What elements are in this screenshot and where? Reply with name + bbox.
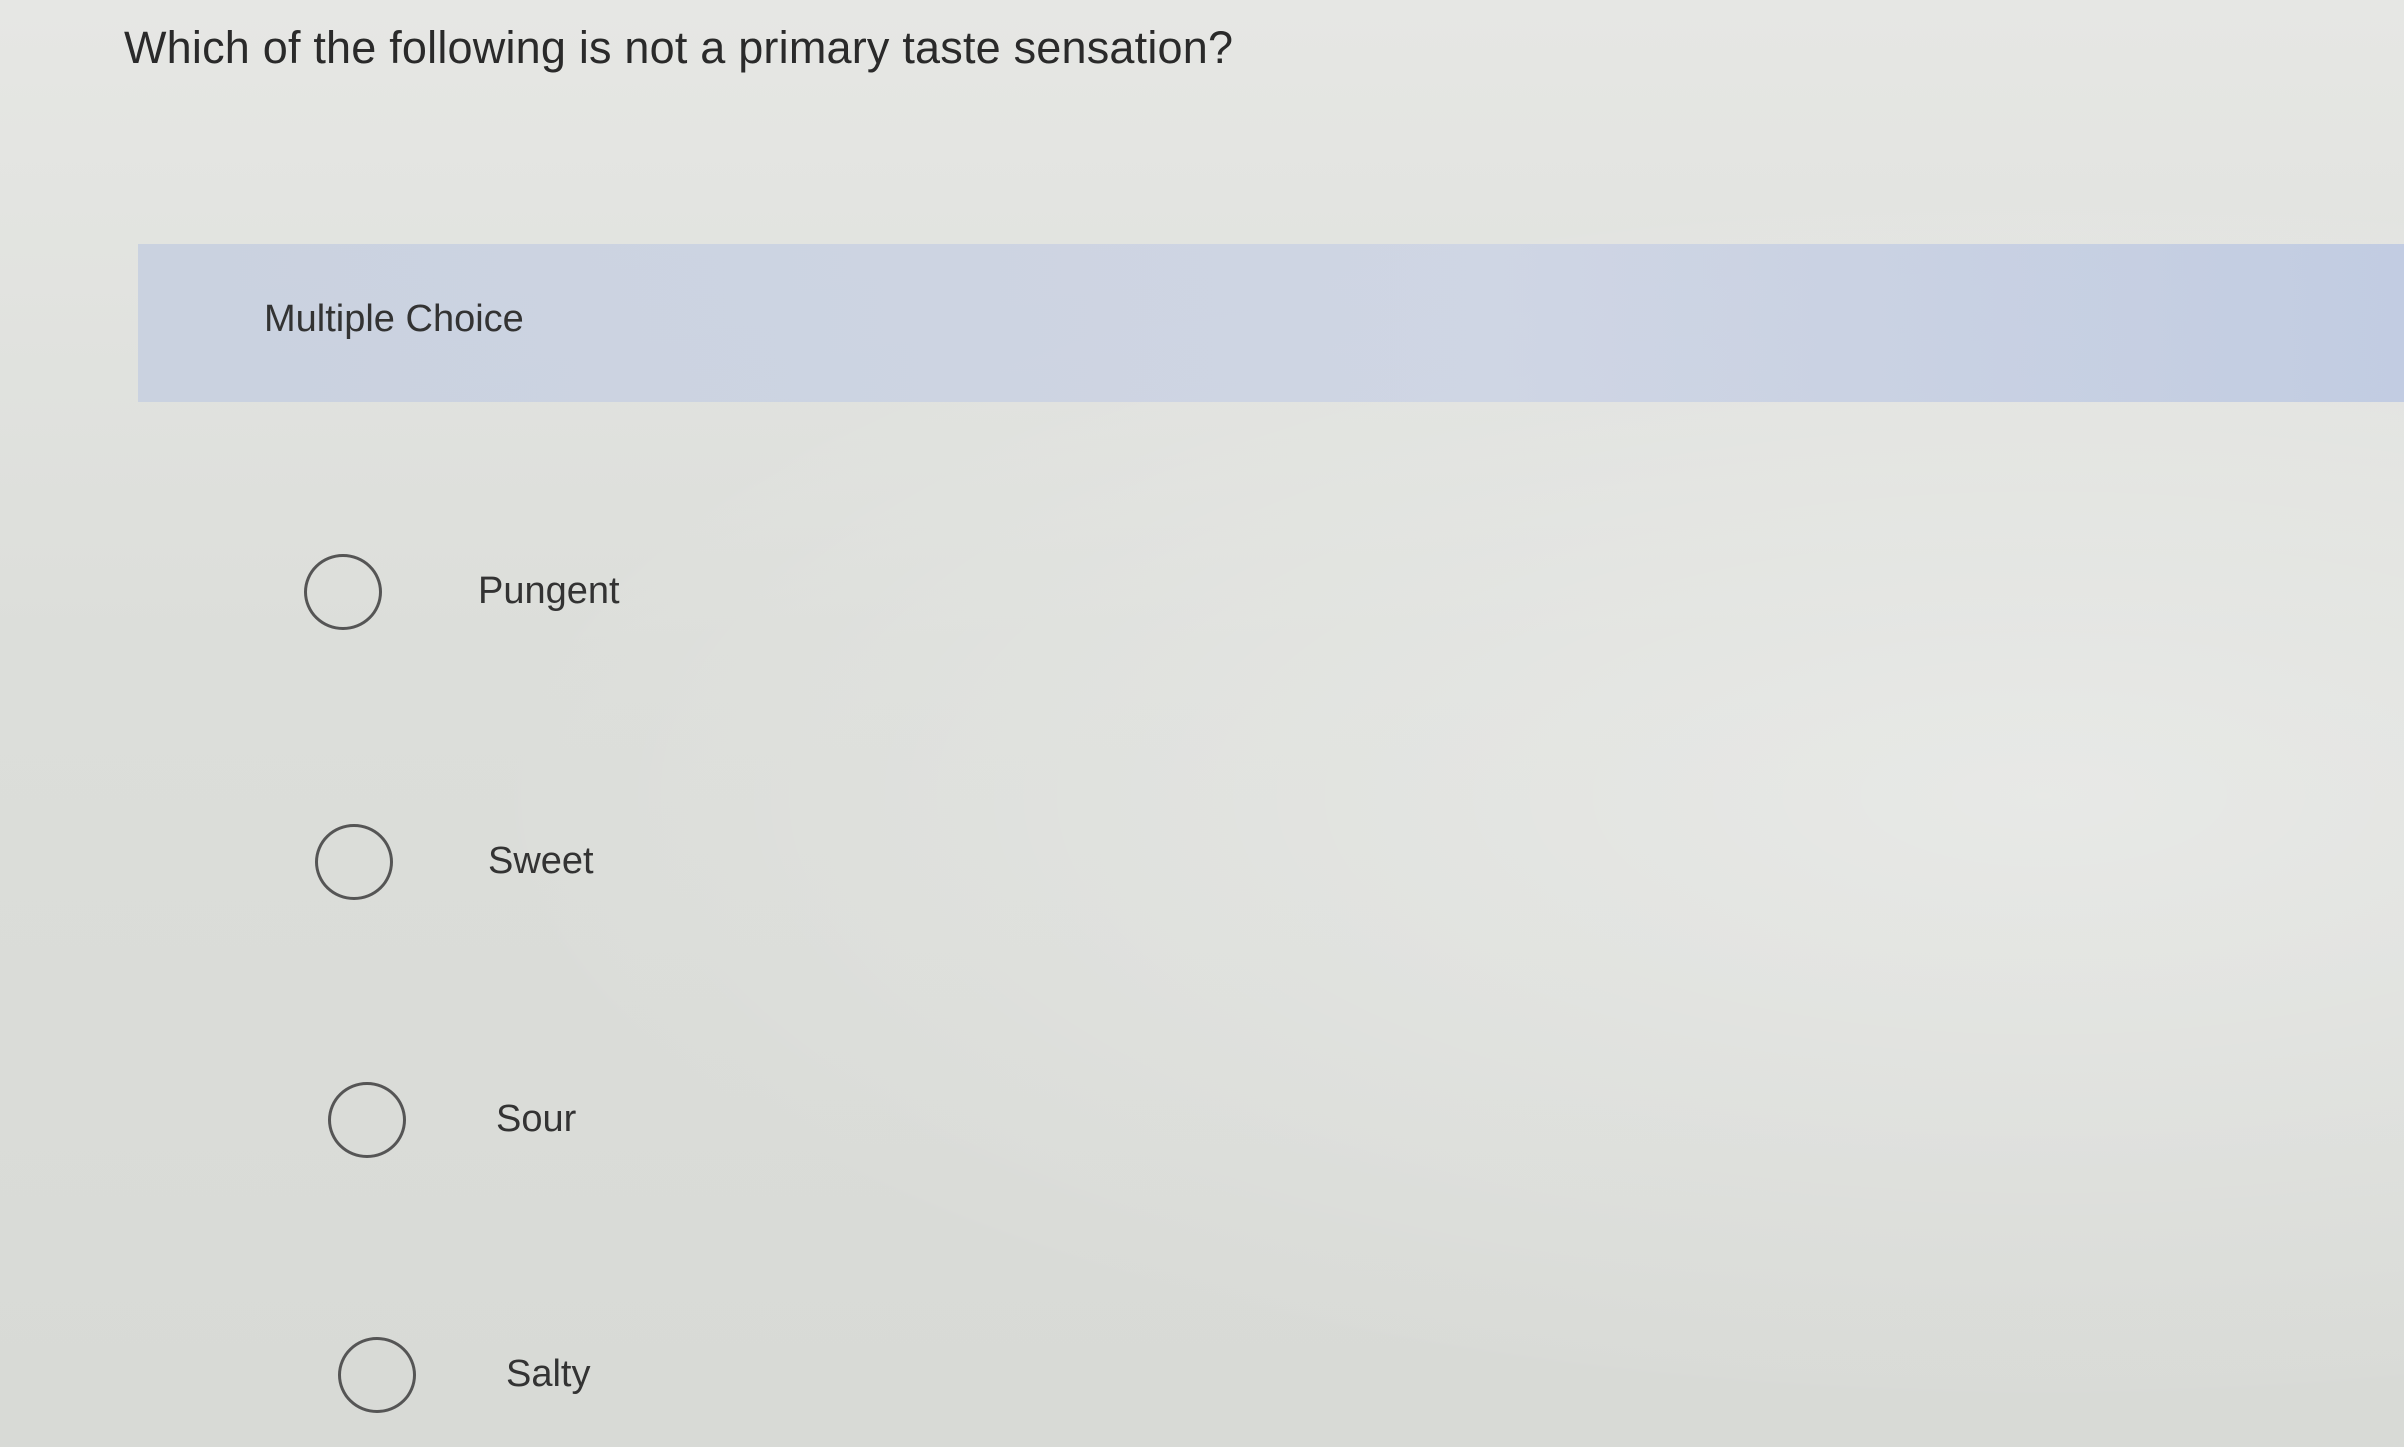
answer-option-label[interactable]: Salty (506, 1353, 590, 1396)
radio-button[interactable] (328, 1082, 406, 1158)
answer-option-salty[interactable]: Salty (338, 1337, 838, 1427)
radio-button[interactable] (315, 824, 393, 900)
answer-option-sour[interactable]: Sour (328, 1082, 828, 1172)
answer-option-pungent[interactable]: Pungent (304, 554, 804, 644)
answer-option-sweet[interactable]: Sweet (315, 824, 815, 914)
quiz-page: Which of the following is not a primary … (0, 0, 2404, 1447)
answer-option-label[interactable]: Pungent (478, 570, 620, 613)
answer-option-label[interactable]: Sour (496, 1098, 576, 1141)
radio-button[interactable] (304, 554, 382, 630)
answer-options: Pungent Sweet Sour Salty (0, 0, 2404, 1447)
answer-option-label[interactable]: Sweet (488, 840, 594, 883)
radio-button[interactable] (338, 1337, 416, 1413)
